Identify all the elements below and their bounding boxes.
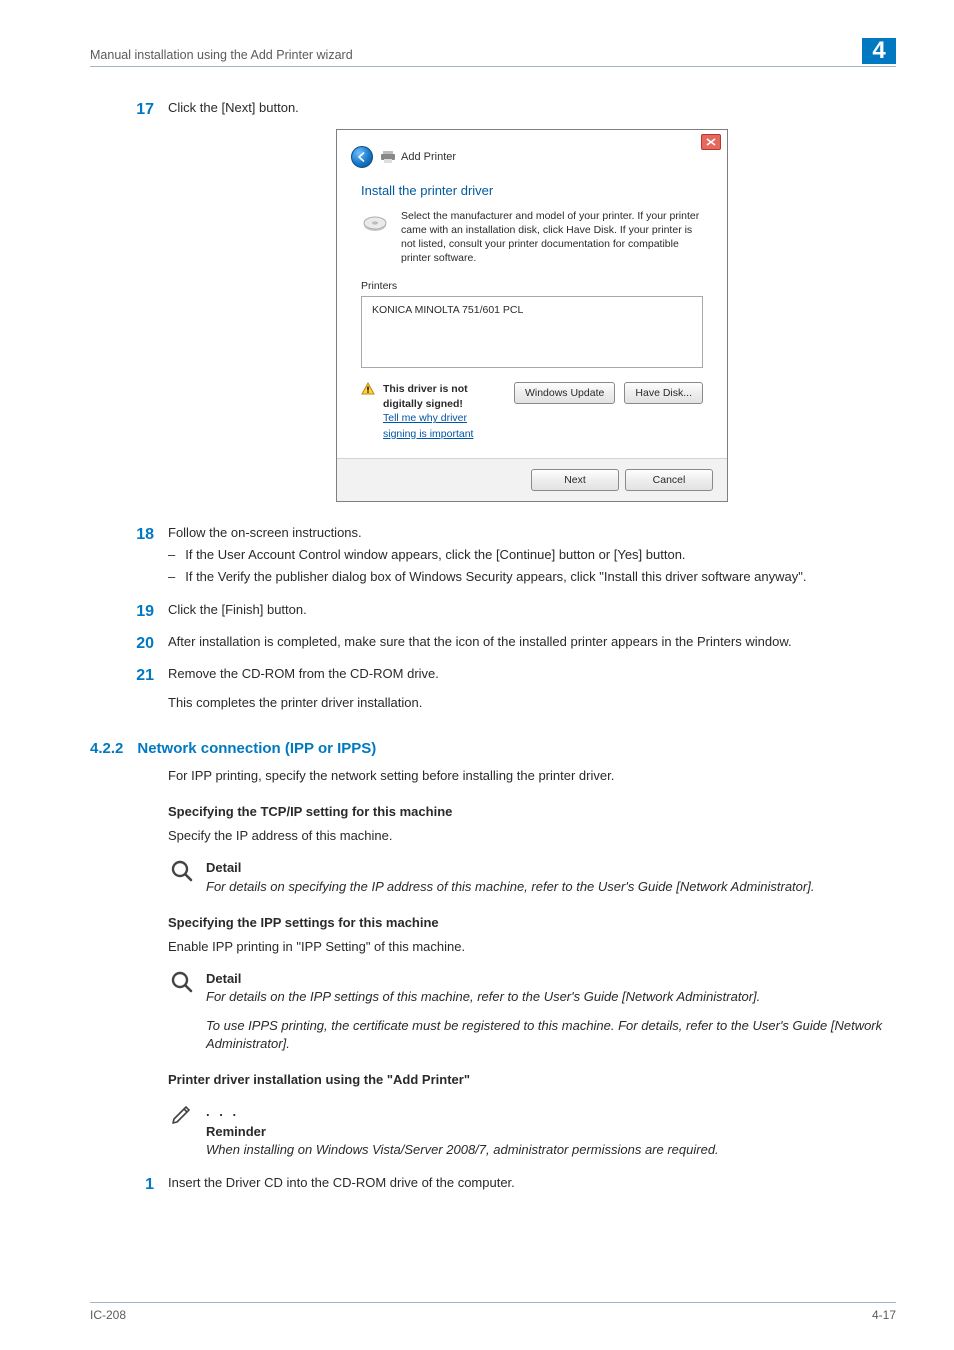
page-footer: IC-208 4-17: [90, 1302, 896, 1324]
section-title: Network connection (IPP or IPPS): [137, 738, 376, 759]
step-number: 17: [130, 99, 154, 121]
next-button[interactable]: Next: [531, 469, 619, 491]
close-button[interactable]: [701, 134, 721, 150]
section-4-2-2: 4.2.2 Network connection (IPP or IPPS): [90, 738, 896, 759]
step-text: Click the [Finish] button.: [168, 601, 896, 619]
printer-icon: [381, 151, 395, 163]
step-sub: If the User Account Control window appea…: [185, 546, 685, 564]
tcpip-body: Specify the IP address of this machine.: [168, 827, 896, 845]
cancel-button[interactable]: Cancel: [625, 469, 713, 491]
signing-link[interactable]: Tell me why driver signing is important: [383, 412, 473, 439]
running-title: Manual installation using the Add Printe…: [90, 47, 353, 65]
step-text: After installation is completed, make su…: [168, 633, 896, 651]
list-header: Printers: [361, 279, 703, 294]
ipp-body: Enable IPP printing in "IPP Setting" of …: [168, 938, 896, 956]
section-intro: For IPP printing, specify the network se…: [168, 767, 896, 785]
warning-icon: [361, 382, 375, 396]
section-number: 4.2.2: [90, 738, 123, 759]
step-number: 1: [130, 1174, 154, 1196]
add-printer-dialog: Add Printer Install the printer driver S…: [336, 129, 728, 502]
dialog-title: Add Printer: [401, 150, 456, 165]
chapter-badge: 4: [862, 38, 896, 64]
step-21: 21 Remove the CD-ROM from the CD-ROM dri…: [130, 665, 896, 711]
step-text: Follow the on-screen instructions.: [168, 524, 896, 542]
dialog-heading: Install the printer driver: [361, 182, 703, 200]
note-text: When installing on Windows Vista/Server …: [206, 1141, 719, 1159]
arrow-left-icon: [357, 152, 367, 162]
step-number: 18: [130, 524, 154, 546]
step-20: 20 After installation is completed, make…: [130, 633, 896, 655]
signing-warning: This driver is not digitally signed!: [383, 382, 500, 411]
step-sub: If the Verify the publisher dialog box o…: [185, 568, 806, 586]
note-text: To use IPPS printing, the certificate mu…: [206, 1017, 896, 1053]
step-17: 17 Click the [Next] button.: [130, 99, 896, 121]
detail-note-tcpip: Detail For details on specifying the IP …: [168, 859, 896, 895]
note-label: Detail: [206, 859, 814, 877]
list-item[interactable]: KONICA MINOLTA 751/601 PCL: [372, 303, 692, 318]
step-text: Remove the CD-ROM from the CD-ROM drive.: [168, 665, 896, 683]
note-label: Detail: [206, 970, 896, 988]
close-icon: [706, 138, 716, 146]
note-text: For details on the IPP settings of this …: [206, 988, 896, 1006]
detail-note-ipp: Detail For details on the IPP settings o…: [168, 970, 896, 1053]
ellipsis-icon: . . .: [206, 1103, 719, 1121]
disk-icon: [361, 209, 389, 233]
step-1: 1 Insert the Driver CD into the CD-ROM d…: [130, 1174, 896, 1196]
printers-list[interactable]: KONICA MINOLTA 751/601 PCL: [361, 296, 703, 368]
reminder-note: . . . Reminder When installing on Window…: [168, 1103, 896, 1160]
note-text: For details on specifying the IP address…: [206, 878, 814, 896]
step-tail: This completes the printer driver instal…: [168, 694, 896, 712]
step-number: 19: [130, 601, 154, 623]
footer-left: IC-208: [90, 1307, 126, 1324]
magnifier-icon: [168, 970, 196, 994]
have-disk-button[interactable]: Have Disk...: [624, 382, 703, 404]
running-header: Manual installation using the Add Printe…: [90, 38, 896, 67]
pencil-icon: [168, 1103, 196, 1125]
dialog-desc: Select the manufacturer and model of you…: [401, 209, 703, 266]
magnifier-icon: [168, 859, 196, 883]
step-text: Insert the Driver CD into the CD-ROM dri…: [168, 1174, 896, 1192]
step-number: 20: [130, 633, 154, 655]
ipp-heading: Specifying the IPP settings for this mac…: [168, 914, 896, 932]
tcpip-heading: Specifying the TCP/IP setting for this m…: [168, 803, 896, 821]
step-text: Click the [Next] button.: [168, 99, 896, 117]
footer-right: 4-17: [872, 1307, 896, 1324]
back-button[interactable]: [351, 146, 373, 168]
step-18: 18 Follow the on-screen instructions. –I…: [130, 524, 896, 591]
note-label: Reminder: [206, 1123, 719, 1141]
addprinter-heading: Printer driver installation using the "A…: [168, 1071, 896, 1089]
windows-update-button[interactable]: Windows Update: [514, 382, 615, 404]
step-19: 19 Click the [Finish] button.: [130, 601, 896, 623]
step-number: 21: [130, 665, 154, 687]
